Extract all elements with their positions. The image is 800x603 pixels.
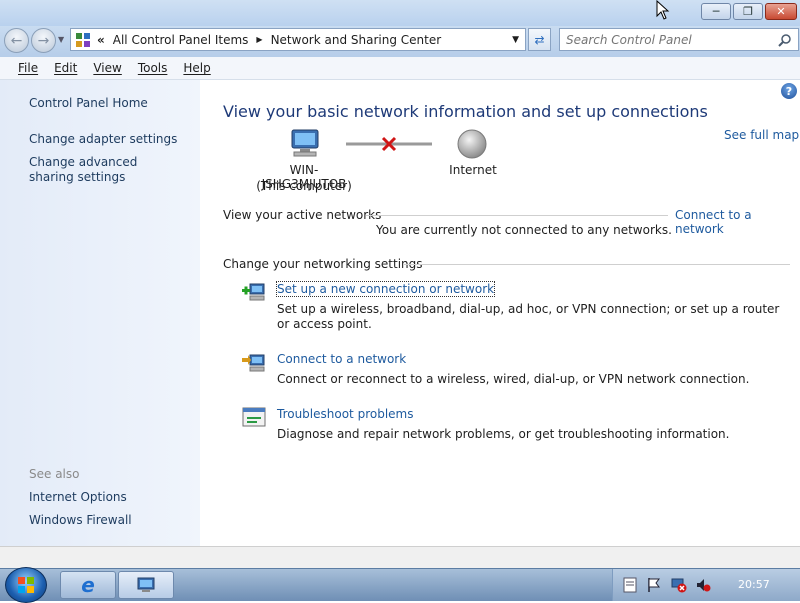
windows-logo-icon <box>18 577 34 593</box>
divider <box>404 264 790 265</box>
refresh-button[interactable]: ⇄ <box>528 28 551 51</box>
network-disconnected-icon[interactable] <box>671 577 687 593</box>
close-button[interactable]: ✕ <box>765 3 797 20</box>
control-panel-home-link[interactable]: Control Panel Home <box>29 96 148 111</box>
computer-icon[interactable] <box>288 128 322 158</box>
computer-subtitle: (This computer) <box>256 179 352 193</box>
internet-explorer-icon: e <box>81 573 95 597</box>
search-icon[interactable] <box>778 33 792 47</box>
chevron-down-icon: ▼ <box>58 35 65 44</box>
status-bar <box>0 546 800 569</box>
change-settings-label: Change your networking settings <box>223 257 423 271</box>
internet-globe-icon[interactable] <box>456 128 488 160</box>
new-connection-icon[interactable] <box>242 281 266 303</box>
internet-label: Internet <box>449 163 497 177</box>
forward-arrow-icon: → <box>37 32 50 49</box>
divider <box>366 215 668 216</box>
network-center-icon <box>137 577 155 592</box>
forward-button[interactable]: → <box>31 28 56 53</box>
menu-view[interactable]: View <box>93 61 121 75</box>
refresh-icon: ⇄ <box>534 32 545 47</box>
set-up-new-connection-link[interactable]: Set up a new connection or network <box>275 281 496 297</box>
page-title: View your basic network information and … <box>223 102 708 121</box>
minimize-icon: ─ <box>712 5 720 18</box>
connect-to-network-task-link[interactable]: Connect to a network <box>277 352 406 366</box>
breadcrumb-separator-icon[interactable]: ▶ <box>256 35 262 44</box>
close-icon: ✕ <box>776 5 786 18</box>
restore-icon: ❐ <box>743 5 753 18</box>
menu-file[interactable]: File <box>18 61 38 75</box>
address-bar[interactable]: « All Control Panel Items ▶ Network and … <box>70 28 526 51</box>
menu-help[interactable]: Help <box>183 61 210 75</box>
taskbar-internet-explorer[interactable]: e <box>60 571 116 599</box>
troubleshoot-icon[interactable] <box>242 406 266 428</box>
clock[interactable]: 20:57 <box>738 578 770 591</box>
control-panel-icon <box>76 32 90 47</box>
see-full-map-link[interactable]: See full map <box>724 128 799 142</box>
navigation-bar: ← → ▼ « All Control Panel Items ▶ Networ… <box>0 26 800 57</box>
troubleshoot-problems-link[interactable]: Troubleshoot problems <box>277 407 413 421</box>
help-button[interactable]: ? <box>781 83 797 99</box>
breadcrumb-network-and-sharing-center[interactable]: Network and Sharing Center <box>271 33 442 47</box>
connect-network-icon[interactable] <box>242 352 266 374</box>
breadcrumb-overflow[interactable]: « <box>97 33 105 47</box>
recent-pages-dropdown[interactable]: ▼ <box>58 35 64 44</box>
connect-to-a-network-link[interactable]: Connect to a network <box>675 208 800 236</box>
set-up-new-connection-description: Set up a wireless, broadband, dial-up, a… <box>277 302 780 331</box>
change-advanced-sharing-settings-link[interactable]: Change advanced sharing settings <box>29 155 179 185</box>
disconnected-x-icon[interactable] <box>381 136 397 152</box>
action-center-flag-icon[interactable] <box>647 577 661 593</box>
menu-edit[interactable]: Edit <box>54 61 77 75</box>
volume-muted-icon[interactable] <box>695 577 711 593</box>
taskbar-control-panel-window[interactable] <box>118 571 174 599</box>
windows-firewall-link[interactable]: Windows Firewall <box>29 513 132 528</box>
connect-to-network-description: Connect or reconnect to a wireless, wire… <box>277 372 750 386</box>
search-box[interactable] <box>559 28 799 51</box>
help-icon: ? <box>785 84 793 98</box>
taskbar: e 20:57 <box>0 567 800 603</box>
notification-area: 20:57 <box>612 569 800 601</box>
internet-options-link[interactable]: Internet Options <box>29 490 127 505</box>
window-title-bar: ─ ❐ ✕ <box>0 0 800 26</box>
no-network-status: You are currently not connected to any n… <box>376 223 672 237</box>
main-content: ? View your basic network information an… <box>200 80 800 546</box>
back-button[interactable]: ← <box>4 28 29 53</box>
back-arrow-icon: ← <box>10 32 23 49</box>
search-input[interactable] <box>560 31 778 48</box>
troubleshoot-problems-description: Diagnose and repair network problems, or… <box>277 427 730 441</box>
maximize-button[interactable]: ❐ <box>733 3 763 20</box>
address-dropdown-icon[interactable]: ▼ <box>512 35 519 45</box>
breadcrumb-all-control-panel-items[interactable]: All Control Panel Items <box>113 33 249 47</box>
minimize-button[interactable]: ─ <box>701 3 731 20</box>
menu-tools[interactable]: Tools <box>138 61 168 75</box>
change-adapter-settings-link[interactable]: Change adapter settings <box>29 132 177 147</box>
left-navigation-pane: Control Panel Home Change adapter settin… <box>0 80 200 546</box>
tray-document-icon[interactable] <box>623 577 637 593</box>
active-networks-label: View your active networks <box>223 208 382 222</box>
menu-bar: File Edit View Tools Help <box>0 57 800 80</box>
see-also-label: See also <box>29 467 80 481</box>
start-button[interactable] <box>5 567 47 603</box>
mouse-cursor-icon <box>656 0 670 20</box>
